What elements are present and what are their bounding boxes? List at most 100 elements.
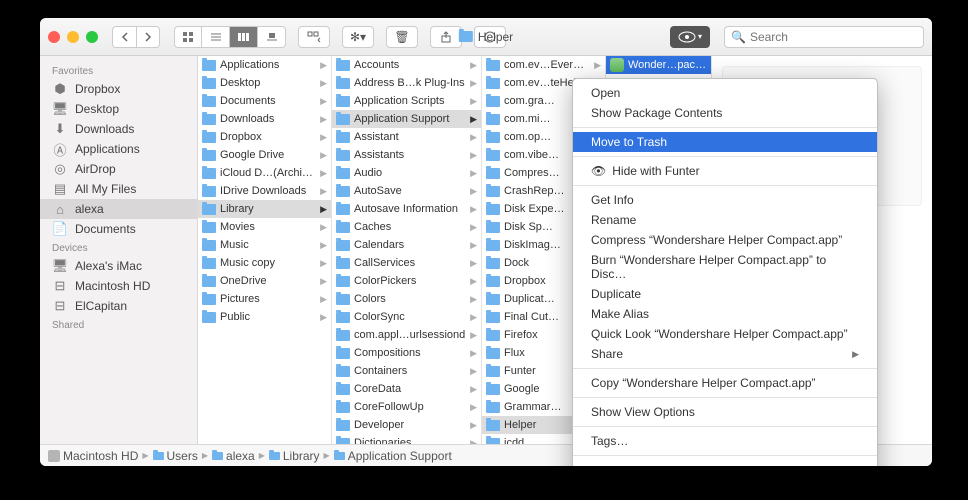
sidebar-item-alexa-s-imac[interactable]: 🖥Alexa's iMac [40, 256, 197, 276]
column-item[interactable]: Google Drive▶ [198, 146, 331, 164]
action-button[interactable]: ✻▾ [342, 26, 374, 48]
chevron-right-icon: ▶ [324, 451, 330, 460]
column-item[interactable]: Compositions▶ [332, 344, 481, 362]
column-item[interactable]: Colors▶ [332, 290, 481, 308]
sidebar-item-macintosh-hd[interactable]: ⊟Macintosh HD [40, 276, 197, 296]
folder-icon [486, 366, 500, 377]
trash-icon: 🗑 [394, 30, 409, 44]
path-segment[interactable]: Application Support [334, 449, 452, 463]
trash-button[interactable]: 🗑 [386, 26, 418, 48]
column-item[interactable]: Downloads▶ [198, 110, 331, 128]
minimize-icon[interactable] [67, 31, 79, 43]
column-item[interactable]: Desktop▶ [198, 74, 331, 92]
chevron-right-icon: ▶ [470, 240, 477, 251]
column-item[interactable]: Music▶ [198, 236, 331, 254]
column-item[interactable]: Movies▶ [198, 218, 331, 236]
column-item[interactable]: Application Scripts▶ [332, 92, 481, 110]
search-field[interactable]: 🔍 [724, 26, 924, 48]
column-2[interactable]: Accounts▶Address B…k Plug-Ins▶Applicatio… [332, 56, 482, 444]
sidebar-item-label: AirDrop [75, 162, 116, 176]
column-item[interactable]: Accounts▶ [332, 56, 481, 74]
column-item[interactable]: Dropbox▶ [198, 128, 331, 146]
view-columns-button[interactable] [230, 26, 258, 48]
path-segment[interactable]: alexa [212, 449, 255, 463]
column-item[interactable]: Caches▶ [332, 218, 481, 236]
search-input[interactable] [750, 30, 917, 44]
share-button[interactable] [430, 26, 462, 48]
column-item[interactable]: AutoSave▶ [332, 182, 481, 200]
menu-item-open[interactable]: Open [573, 83, 877, 103]
path-segment[interactable]: Library [269, 449, 320, 463]
column-item[interactable]: Audio▶ [332, 164, 481, 182]
column-item[interactable]: CoreData▶ [332, 380, 481, 398]
funter-toggle-button[interactable]: ▾ [670, 26, 710, 48]
column-item[interactable]: Calendars▶ [332, 236, 481, 254]
column-item[interactable]: com.ev…Evernote▶ [482, 56, 605, 74]
column-item[interactable]: Assistants▶ [332, 146, 481, 164]
column-item[interactable]: Application Support▶ [332, 110, 481, 128]
column-item[interactable]: Music copy▶ [198, 254, 331, 272]
column-item[interactable]: Developer▶ [332, 416, 481, 434]
menu-item-make-alias[interactable]: Make Alias [573, 304, 877, 324]
column-item[interactable]: iCloud D…(Archive)▶ [198, 164, 331, 182]
path-segment[interactable]: Users [153, 449, 198, 463]
column-item[interactable]: CoreFollowUp▶ [332, 398, 481, 416]
menu-item-move-to-trash[interactable]: Move to Trash [573, 132, 877, 152]
menu-item-duplicate[interactable]: Duplicate [573, 284, 877, 304]
menu-item-show-package-contents[interactable]: Show Package Contents [573, 103, 877, 123]
sidebar-item-dropbox[interactable]: ⬢Dropbox [40, 79, 197, 99]
column-item[interactable]: ColorPickers▶ [332, 272, 481, 290]
menu-item-rename[interactable]: Rename [573, 210, 877, 230]
column-item[interactable]: Containers▶ [332, 362, 481, 380]
column-item[interactable]: Applications▶ [198, 56, 331, 74]
menu-item-burn-wondershare-helper-compac[interactable]: Burn “Wondershare Helper Compact.app” to… [573, 250, 877, 284]
menu-item-hide-with-funter[interactable]: 👁Hide with Funter [573, 161, 877, 181]
column-item[interactable]: ColorSync▶ [332, 308, 481, 326]
column-item[interactable]: Documents▶ [198, 92, 331, 110]
menu-item-show-view-options[interactable]: Show View Options [573, 402, 877, 422]
sidebar-item-alexa[interactable]: ⌂alexa [40, 199, 197, 219]
column-item[interactable]: Public▶ [198, 308, 331, 326]
menu-item-get-info[interactable]: Get Info [573, 190, 877, 210]
column-item[interactable]: Assistant▶ [332, 128, 481, 146]
zoom-icon[interactable] [86, 31, 98, 43]
view-coverflow-button[interactable] [258, 26, 286, 48]
forward-button[interactable] [136, 26, 160, 48]
column-item[interactable]: com.appl…urlsessiond▶ [332, 326, 481, 344]
sidebar-item-all-my-files[interactable]: ▤All My Files [40, 179, 197, 199]
sidebar-item-downloads[interactable]: ⬇Downloads [40, 119, 197, 139]
sidebar-item-elcapitan[interactable]: ⊟ElCapitan [40, 296, 197, 316]
menu-item-compress-wondershare-helper-co[interactable]: Compress “Wondershare Helper Compact.app… [573, 230, 877, 250]
path-segment[interactable]: Macintosh HD [48, 449, 138, 463]
menu-item-quick-look-wondershare-helper-[interactable]: Quick Look “Wondershare Helper Compact.a… [573, 324, 877, 344]
sidebar-item-documents[interactable]: 📄Documents [40, 219, 197, 239]
menu-item-tags-[interactable]: Tags… [573, 431, 877, 451]
folder-icon [336, 240, 350, 251]
column-item[interactable]: CallServices▶ [332, 254, 481, 272]
sidebar-item-airdrop[interactable]: ◎AirDrop [40, 159, 197, 179]
folder-icon [202, 276, 216, 287]
folder-icon [336, 96, 350, 107]
view-list-button[interactable] [202, 26, 230, 48]
menu-item-copy-wondershare-helper-compac[interactable]: Copy “Wondershare Helper Compact.app” [573, 373, 877, 393]
arrange-button[interactable] [298, 26, 330, 48]
back-button[interactable] [112, 26, 136, 48]
column-item[interactable]: Dictionaries▶ [332, 434, 481, 444]
column-item[interactable]: Address B…k Plug-Ins▶ [332, 74, 481, 92]
column-item[interactable]: Autosave Information▶ [332, 200, 481, 218]
column-item[interactable]: Wonder…pact.app [606, 56, 711, 74]
sidebar-item-desktop[interactable]: 🖥Desktop [40, 99, 197, 119]
folder-icon [336, 384, 350, 395]
folder-icon [486, 114, 500, 125]
sidebar-item-applications[interactable]: ⒶApplications [40, 139, 197, 159]
column-item[interactable]: Pictures▶ [198, 290, 331, 308]
column-item-label: Audio [354, 167, 466, 179]
view-icon-button[interactable] [174, 26, 202, 48]
column-item[interactable]: IDrive Downloads▶ [198, 182, 331, 200]
close-icon[interactable] [48, 31, 60, 43]
menu-item-share[interactable]: Share [573, 344, 877, 364]
column-item[interactable]: Library▶ [198, 200, 331, 218]
column-item[interactable]: OneDrive▶ [198, 272, 331, 290]
column-item-label: Downloads [220, 113, 316, 125]
column-1[interactable]: Applications▶Desktop▶Documents▶Downloads… [198, 56, 332, 444]
